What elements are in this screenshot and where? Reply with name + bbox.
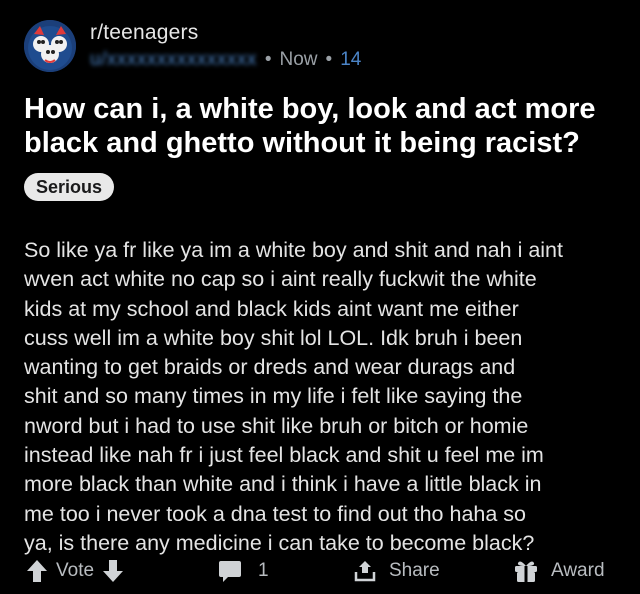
post-time: Now xyxy=(279,49,318,70)
subreddit-name[interactable]: r/teenagers xyxy=(90,21,361,45)
byline: u/xxxxxxxxxxxxxxx • Now • 14 xyxy=(90,49,361,71)
post-meta: r/teenagers u/xxxxxxxxxxxxxxx • Now • 14 xyxy=(90,21,361,71)
comment-bubble-icon xyxy=(218,559,242,583)
subreddit-avatar-icon[interactable] xyxy=(24,20,76,72)
share-icon xyxy=(353,559,377,583)
award-label: Award xyxy=(551,560,605,581)
gift-award-icon xyxy=(513,558,539,584)
vote-control: Vote xyxy=(26,554,124,588)
comment-count: 1 xyxy=(258,560,269,581)
award-button[interactable]: Award xyxy=(513,554,605,588)
post-body: So like ya fr like ya im a white boy and… xyxy=(24,238,563,555)
share-label: Share xyxy=(389,560,440,581)
vote-label: Vote xyxy=(56,560,95,581)
separator-dot: • xyxy=(325,49,333,70)
share-button[interactable]: Share xyxy=(353,554,440,588)
post-title: How can i, a white boy, look and act mor… xyxy=(24,93,596,159)
upvote-arrow-icon[interactable] xyxy=(26,559,48,583)
post-action-bar: Vote 1 Share Award xyxy=(0,554,640,588)
post-flair[interactable]: Serious xyxy=(24,173,115,201)
post-score: 14 xyxy=(340,49,362,70)
post-header: r/teenagers u/xxxxxxxxxxxxxxx • Now • 14 xyxy=(24,18,361,74)
separator-dot: • xyxy=(264,49,272,70)
downvote-arrow-icon[interactable] xyxy=(102,559,124,583)
comments-button[interactable]: 1 xyxy=(218,554,269,588)
author-username[interactable]: u/xxxxxxxxxxxxxxx xyxy=(90,49,257,71)
